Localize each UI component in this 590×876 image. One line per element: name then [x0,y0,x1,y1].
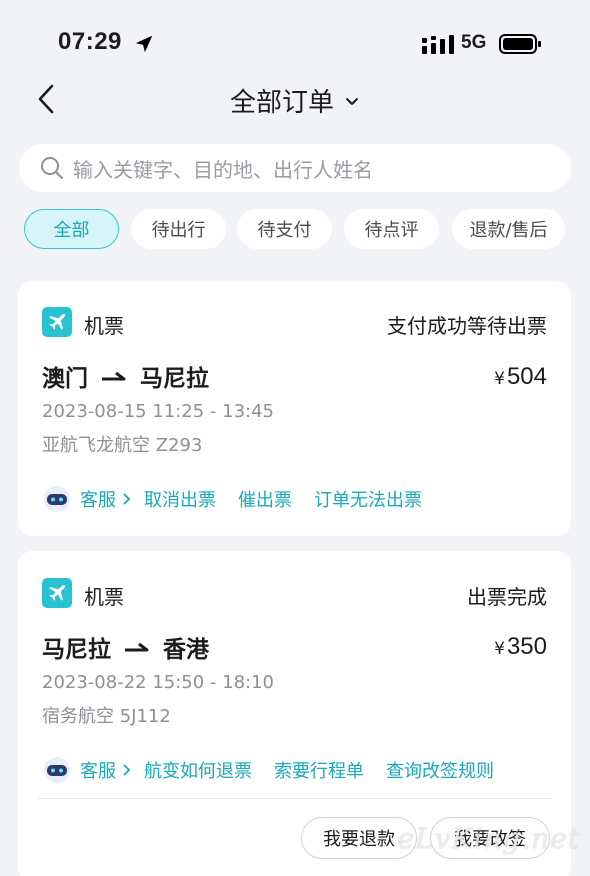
flight-number: 亚航飞龙航空 Z293 [42,435,203,456]
battery-icon [499,34,541,54]
cancel-ticketing-link[interactable]: 取消出票 [144,486,216,512]
page-title-dropdown[interactable]: 全部订单 [0,80,590,120]
search-input[interactable]: 输入关键字、目的地、出行人姓名 [19,144,571,192]
order-card[interactable]: 机票 支付成功等待出票 澳门 马尼拉 ¥ 504 2023-08-15 11:2… [18,281,571,536]
order-actions: 客服 航变如何退票 索要行程单 查询改签规则 [42,756,516,784]
cannot-ticket-link[interactable]: 订单无法出票 [314,486,422,512]
flight-route: 马尼拉 香港 [42,630,209,664]
divider [38,798,551,799]
plane-icon [49,314,66,330]
order-price: ¥ 350 [494,633,547,661]
flight-route: 澳门 马尼拉 [42,359,209,393]
chevron-right-icon [123,493,131,505]
change-rules-link[interactable]: 查询改签规则 [386,757,494,783]
refund-after-change-link[interactable]: 航变如何退票 [144,757,252,783]
destination-city: 香港 [163,637,209,663]
tab-all[interactable]: 全部 [24,209,119,249]
order-type-label: 机票 [84,314,124,338]
order-status: 支付成功等待出票 [387,314,547,338]
order-price: ¥ 504 [494,363,547,391]
tab-unpaid[interactable]: 待支付 [237,209,332,249]
flight-number: 宿务航空 5J112 [42,706,171,727]
flight-type-icon [42,307,72,337]
order-type-label: 机票 [84,585,124,609]
currency-symbol: ¥ [494,639,505,659]
customer-service-link[interactable]: 客服 [80,757,132,783]
location-arrow-icon [135,35,153,53]
route-arrow-icon [102,371,126,381]
currency-symbol: ¥ [494,369,505,389]
service-bot-icon [44,757,70,783]
destination-city: 马尼拉 [140,366,209,392]
service-label: 客服 [80,490,116,511]
order-actions: 客服 取消出票 催出票 订单无法出票 [42,485,444,513]
order-status: 出票完成 [467,585,547,609]
tab-upcoming[interactable]: 待出行 [131,209,226,249]
tab-refund[interactable]: 退款/售后 [452,209,565,249]
tab-to-review[interactable]: 待点评 [344,209,439,249]
flight-time: 2023-08-22 15:50 - 18:10 [42,672,275,693]
customer-service-link[interactable]: 客服 [80,486,132,512]
plane-icon [49,585,66,601]
price-amount: 504 [506,363,547,390]
status-bar: 07:29 5G [0,0,590,80]
signal-icon [422,35,454,54]
filter-tabs: 全部 待出行 待支付 待点评 退款/售后 [24,209,570,249]
route-arrow-icon [125,642,149,652]
search-placeholder: 输入关键字、目的地、出行人姓名 [73,157,373,182]
search-icon [41,157,64,180]
page-title: 全部订单 [229,87,334,118]
service-label: 客服 [80,761,116,782]
urge-ticketing-link[interactable]: 催出票 [238,486,292,512]
service-bot-icon [44,486,70,512]
flight-time: 2023-08-15 11:25 - 13:45 [42,401,275,422]
chevron-down-icon [346,98,358,105]
origin-city: 马尼拉 [42,637,111,663]
request-itinerary-link[interactable]: 索要行程单 [274,757,364,783]
origin-city: 澳门 [42,366,88,392]
network-type: 5G [461,32,487,53]
flight-type-icon [42,578,72,608]
chevron-right-icon [123,764,131,776]
clock: 07:29 [58,28,122,55]
watermark: eLvKing.net [397,822,580,855]
price-amount: 350 [506,633,547,660]
